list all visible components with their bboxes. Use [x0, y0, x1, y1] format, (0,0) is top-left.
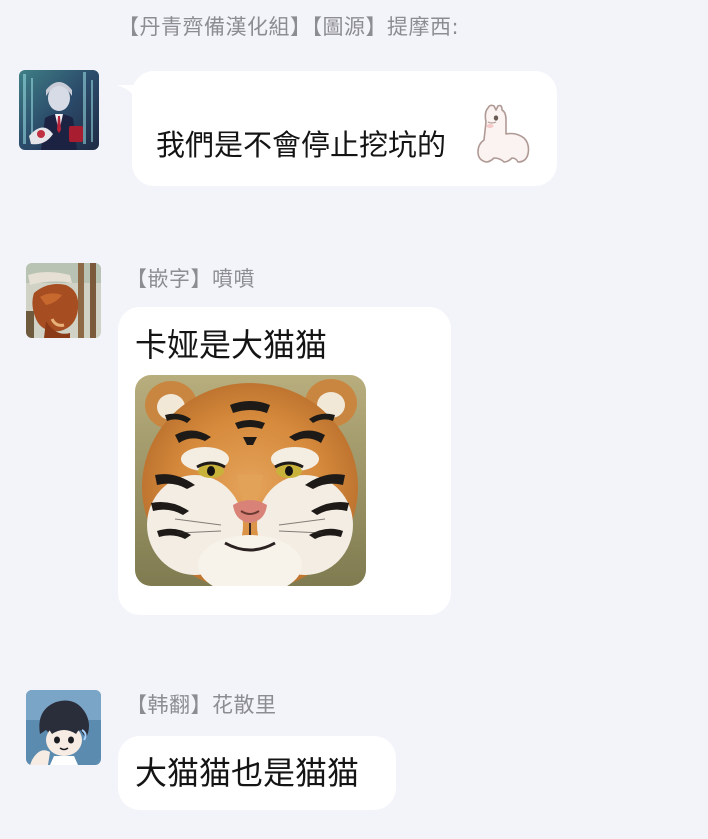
alpaca-sticker-icon: [477, 104, 530, 163]
tiger-photo[interactable]: [135, 375, 366, 586]
chat-screen: 【丹青齊備漢化組】【圖源】提摩西: 我們是不會停止挖坑的 【嵌字】噴噴 卡娅是大…: [0, 0, 708, 839]
avatar-chibi-character-icon: [26, 690, 101, 765]
avatar[interactable]: [19, 70, 99, 150]
sender-name: 【丹青齊備漢化組】【圖源】提摩西:: [118, 15, 460, 39]
avatar-red-panda-icon: [26, 263, 101, 338]
message-text: 大猫猫也是猫猫: [135, 754, 360, 792]
avatar-anime-character-icon: [19, 70, 99, 150]
avatar[interactable]: [26, 263, 101, 338]
avatar[interactable]: [26, 690, 101, 765]
message-text: 我們是不會停止挖坑的: [156, 128, 447, 162]
tiger-face-image: [135, 375, 366, 586]
sender-name: 【嵌字】噴噴: [126, 267, 255, 291]
message-text: 卡娅是大猫猫: [135, 326, 328, 364]
sender-name: 【韩翻】花散里: [126, 693, 277, 717]
